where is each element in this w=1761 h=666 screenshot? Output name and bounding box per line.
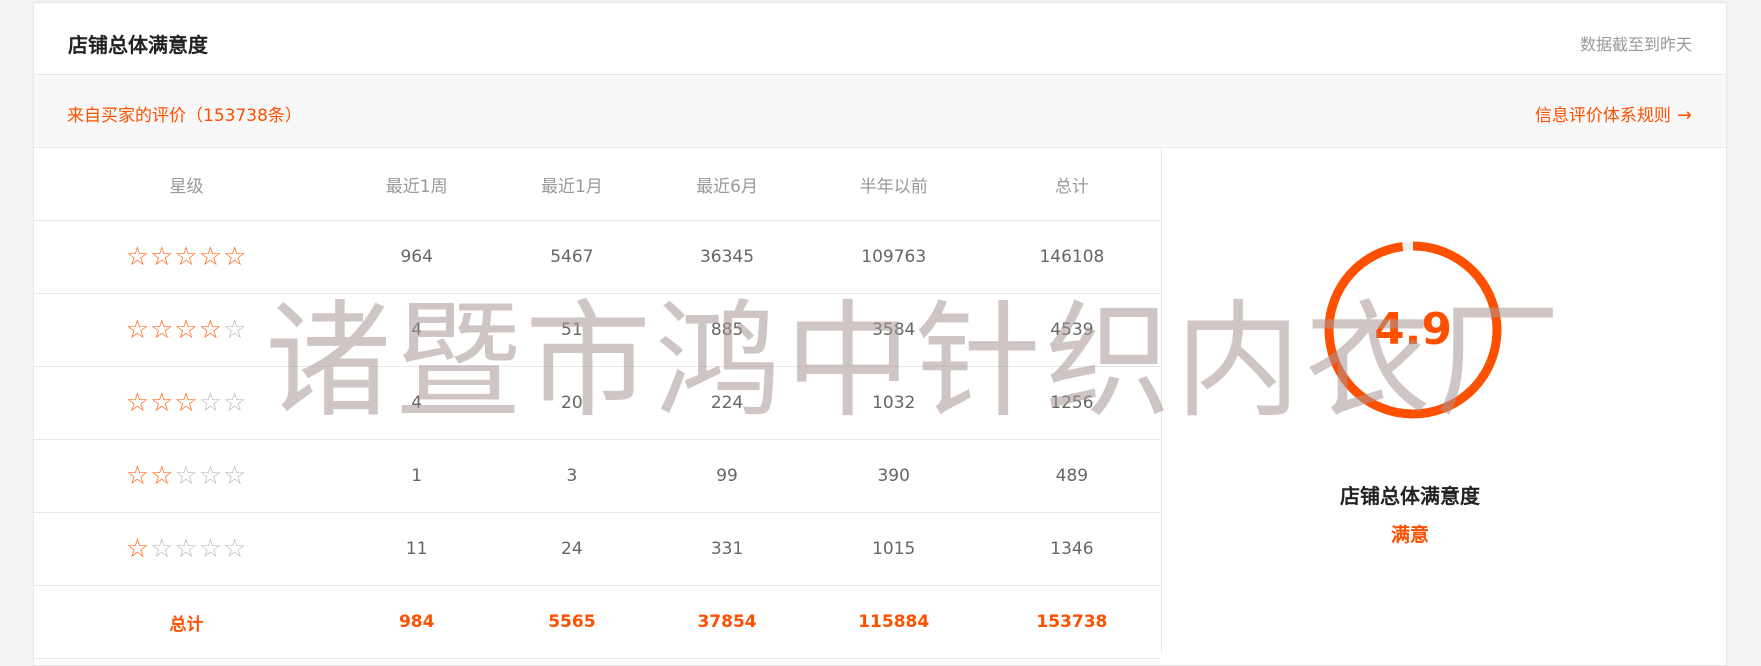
table-cell: 1346 (982, 512, 1161, 586)
star-filled-icon: ☆ (198, 315, 224, 345)
table-cell: 20 (494, 366, 650, 440)
star-empty-icon: ☆ (223, 461, 248, 491)
table-cell: 146108 (982, 220, 1161, 294)
star-filled-icon: ☆ (198, 242, 224, 272)
star-empty-icon: ☆ (198, 388, 224, 418)
star-filled-icon: ☆ (174, 242, 199, 272)
star-filled-icon: ☆ (150, 388, 175, 418)
star-empty-icon: ☆ (223, 388, 248, 418)
table-cell: 36345 (649, 220, 805, 294)
table-cell: 331 (649, 512, 805, 586)
column-header-month: 最近1月 (494, 148, 650, 221)
panel-header: 店铺总体满意度 数据截至到昨天 (34, 3, 1726, 75)
total-cell: 153738 (982, 585, 1161, 659)
column-header-week: 最近1周 (339, 148, 495, 221)
star-rating: ☆☆☆☆☆ (34, 366, 340, 440)
star-filled-icon: ☆ (150, 242, 175, 272)
table-cell: 51 (494, 293, 650, 367)
rules-link-label[interactable]: 信息评价体系规则 (1535, 106, 1671, 126)
table-cell: 3584 (804, 293, 983, 367)
star-filled-icon: ☆ (150, 461, 175, 491)
table-cell: 885 (649, 293, 805, 367)
table-cell: 1 (339, 439, 495, 513)
table-cell: 109763 (804, 220, 983, 294)
column-header-stars: 星级 (34, 148, 340, 221)
star-rating: ☆☆☆☆☆ (34, 439, 340, 513)
buyer-review-count: 来自买家的评价（153738条） (67, 106, 302, 126)
data-date-note: 数据截至到昨天 (1579, 35, 1692, 54)
star-empty-icon: ☆ (174, 534, 199, 564)
star-filled-icon: ☆ (174, 388, 199, 418)
arrow-right-icon[interactable]: → (1677, 105, 1692, 126)
table-cell: 11 (339, 512, 495, 586)
star-empty-icon: ☆ (223, 315, 248, 345)
score-value: 4.9 (1374, 304, 1452, 355)
table-total-row: 总计 984 5565 37854 115884 153738 (34, 585, 1161, 659)
satisfaction-title: 店铺总体满意度 (1340, 484, 1480, 508)
table-row: ☆☆☆☆☆ 4 20 224 1032 1256 (34, 366, 1161, 440)
star-rating: ☆☆☆☆☆ (34, 512, 340, 586)
star-filled-icon: ☆ (125, 534, 151, 564)
total-cell: 5565 (494, 585, 650, 659)
ratings-table: 星级 最近1周 最近1月 最近6月 半年以前 总计 ☆☆☆☆☆ 964 5467 36… (34, 148, 1161, 659)
table-cell: 24 (494, 512, 650, 586)
star-filled-icon: ☆ (174, 315, 199, 345)
table-row: ☆☆☆☆☆ 4 51 885 3584 4539 (34, 293, 1161, 367)
star-filled-icon: ☆ (125, 388, 151, 418)
star-empty-icon: ☆ (223, 534, 248, 564)
table-cell: 3 (494, 439, 650, 513)
table-row: ☆☆☆☆☆ 964 5467 36345 109763 146108 (34, 220, 1161, 294)
star-filled-icon: ☆ (150, 315, 175, 345)
star-rating: ☆☆☆☆☆ (34, 220, 340, 294)
star-filled-icon: ☆ (125, 242, 151, 272)
table-cell: 964 (339, 220, 495, 294)
star-rating: ☆☆☆☆☆ (34, 293, 340, 367)
table-row: ☆☆☆☆☆ 1 3 99 390 489 (34, 439, 1161, 513)
star-empty-icon: ☆ (174, 461, 199, 491)
table-cell: 99 (649, 439, 805, 513)
review-subheader: 来自买家的评价（153738条） 信息评价体系规则 → (34, 75, 1726, 148)
star-empty-icon: ☆ (198, 461, 224, 491)
table-header-row: 星级 最近1周 最近1月 最近6月 半年以前 总计 (34, 148, 1161, 221)
score-gauge: 4.9 (1321, 238, 1505, 422)
table-cell: 4 (339, 366, 495, 440)
panel-title: 店铺总体满意度 (68, 33, 208, 57)
table-cell: 1256 (982, 366, 1161, 440)
column-header-total: 总计 (982, 148, 1161, 221)
table-cell: 224 (649, 366, 805, 440)
star-filled-icon: ☆ (223, 242, 248, 272)
table-cell: 4 (339, 293, 495, 367)
total-label: 总计 (34, 585, 340, 659)
table-cell: 390 (804, 439, 983, 513)
total-cell: 37854 (649, 585, 805, 659)
table-cell: 5467 (494, 220, 650, 294)
star-filled-icon: ☆ (125, 315, 151, 345)
total-cell: 115884 (804, 585, 983, 659)
table-cell: 4539 (982, 293, 1161, 367)
column-header-before-half-year: 半年以前 (804, 148, 983, 221)
column-divider (1161, 148, 1162, 653)
table-row: ☆☆☆☆☆ 11 24 331 1015 1346 (34, 512, 1161, 586)
total-cell: 984 (339, 585, 495, 659)
table-cell: 1032 (804, 366, 983, 440)
table-cell: 1015 (804, 512, 983, 586)
table-cell: 489 (982, 439, 1161, 513)
column-header-six-months: 最近6月 (649, 148, 805, 221)
star-empty-icon: ☆ (198, 534, 224, 564)
star-filled-icon: ☆ (125, 461, 151, 491)
rules-link[interactable]: 信息评价体系规则 → (1535, 101, 1692, 126)
satisfaction-level: 满意 (1390, 524, 1429, 546)
star-empty-icon: ☆ (150, 534, 175, 564)
